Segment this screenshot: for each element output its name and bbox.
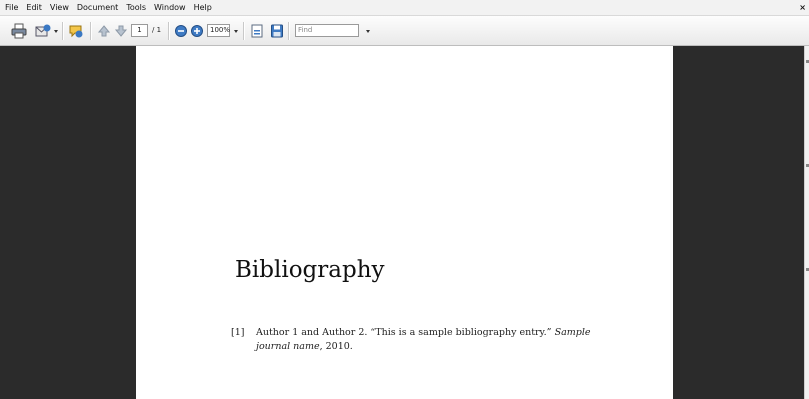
entry-text-main: Author 1 and Author 2. “This is a sample… <box>256 327 552 338</box>
page-down-icon[interactable] <box>114 23 128 39</box>
find-dropdown-icon[interactable] <box>366 30 370 33</box>
zoom-in-icon[interactable] <box>190 23 204 39</box>
menu-window[interactable]: Window <box>150 0 190 16</box>
page-total-label: / 1 <box>152 26 162 34</box>
menu-edit[interactable]: Edit <box>22 0 46 16</box>
page-heading: Bibliography <box>235 257 385 283</box>
fit-page-icon[interactable] <box>250 23 264 39</box>
entry-text: Author 1 and Author 2. “This is a sample… <box>256 326 616 354</box>
close-icon[interactable]: × <box>799 0 806 16</box>
zoom-dropdown-icon[interactable] <box>234 30 238 33</box>
page-number-input[interactable]: 1 <box>131 24 148 37</box>
find-input[interactable]: Find <box>295 24 359 37</box>
menu-file[interactable]: File <box>0 0 22 16</box>
menu-help[interactable]: Help <box>190 0 216 16</box>
zoom-input[interactable]: 100% <box>207 24 230 37</box>
toolbar-separator <box>90 22 92 40</box>
entry-text-tail: , 2010. <box>319 341 353 352</box>
save-icon[interactable] <box>270 23 284 39</box>
toolbar-separator <box>288 22 290 40</box>
page-up-icon[interactable] <box>97 23 111 39</box>
menu-bar: File Edit View Document Tools Window Hel… <box>0 0 809 16</box>
toolbar-separator <box>62 22 64 40</box>
right-side-panel[interactable] <box>804 46 809 399</box>
menu-document[interactable]: Document <box>73 0 122 16</box>
toolbar-separator <box>168 22 170 40</box>
menu-tools[interactable]: Tools <box>122 0 150 16</box>
toolbar-separator <box>243 22 245 40</box>
pdf-page: Bibliography [1] Author 1 and Author 2. … <box>136 46 673 399</box>
entry-number: [1] <box>231 327 245 338</box>
email-dropdown-icon[interactable] <box>54 30 58 33</box>
email-icon[interactable] <box>35 23 51 39</box>
document-area[interactable]: Bibliography [1] Author 1 and Author 2. … <box>0 46 809 399</box>
comment-icon[interactable] <box>68 23 84 39</box>
print-icon[interactable] <box>11 23 27 39</box>
menu-view[interactable]: View <box>46 0 73 16</box>
zoom-out-icon[interactable] <box>174 23 188 39</box>
toolbar: 1 / 1 100% Find <box>0 16 809 46</box>
